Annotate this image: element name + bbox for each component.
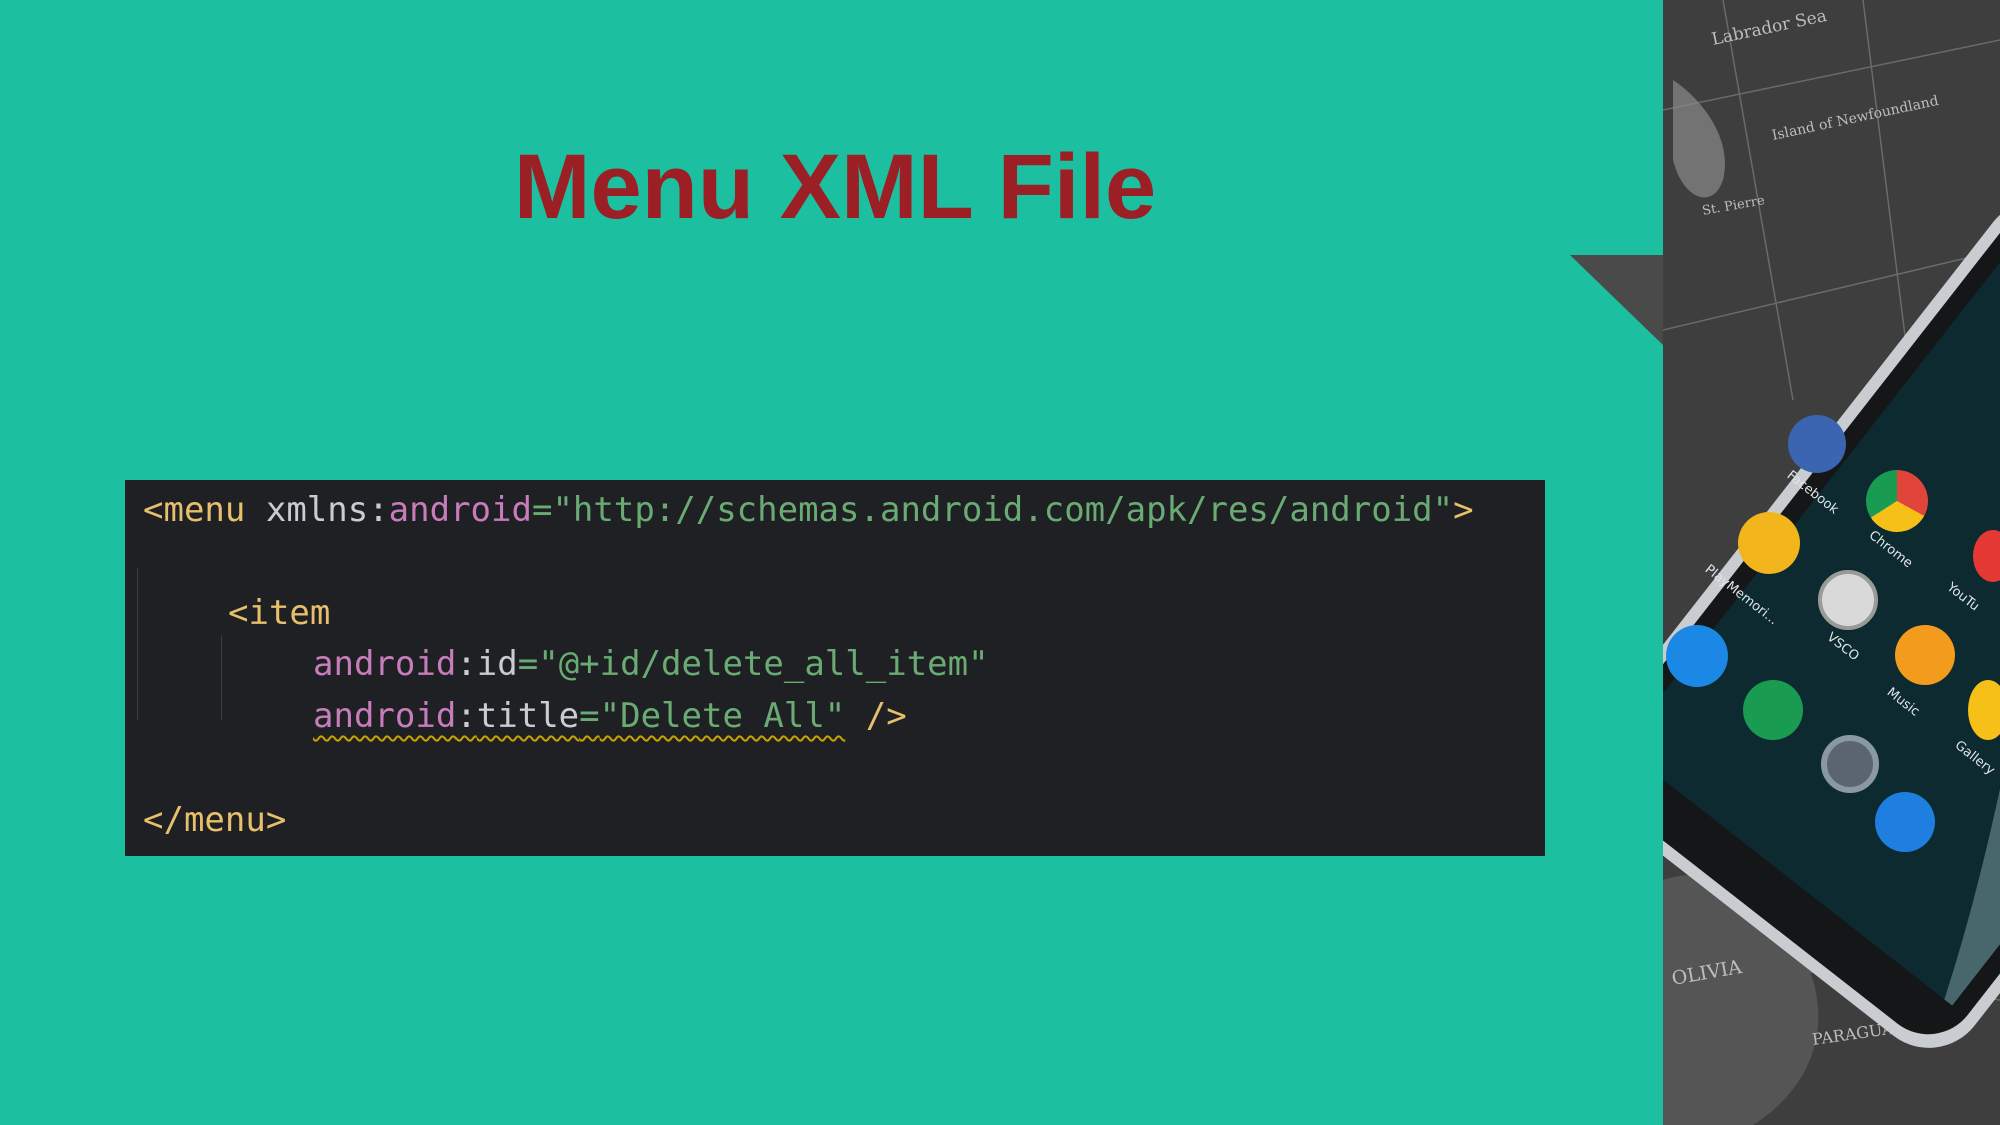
map-phone-image: Labrador Sea Island of Newfoundland St. … <box>1663 0 2000 1125</box>
music-icon <box>1895 625 1955 685</box>
facebook-icon <box>1788 415 1846 473</box>
phone-device <box>1663 200 2000 1048</box>
camera-icon <box>1821 735 1879 793</box>
chrome-icon <box>1866 470 1928 532</box>
phone-icon <box>1875 792 1935 852</box>
playmemories-icon <box>1738 512 1800 574</box>
vsco-icon <box>1818 570 1878 630</box>
slide: Menu XML File <menu xmlns:android="http:… <box>0 0 2000 1125</box>
messenger-icon <box>1666 625 1728 687</box>
hangouts-icon <box>1743 680 1803 740</box>
gallery-icon <box>1968 680 2000 740</box>
